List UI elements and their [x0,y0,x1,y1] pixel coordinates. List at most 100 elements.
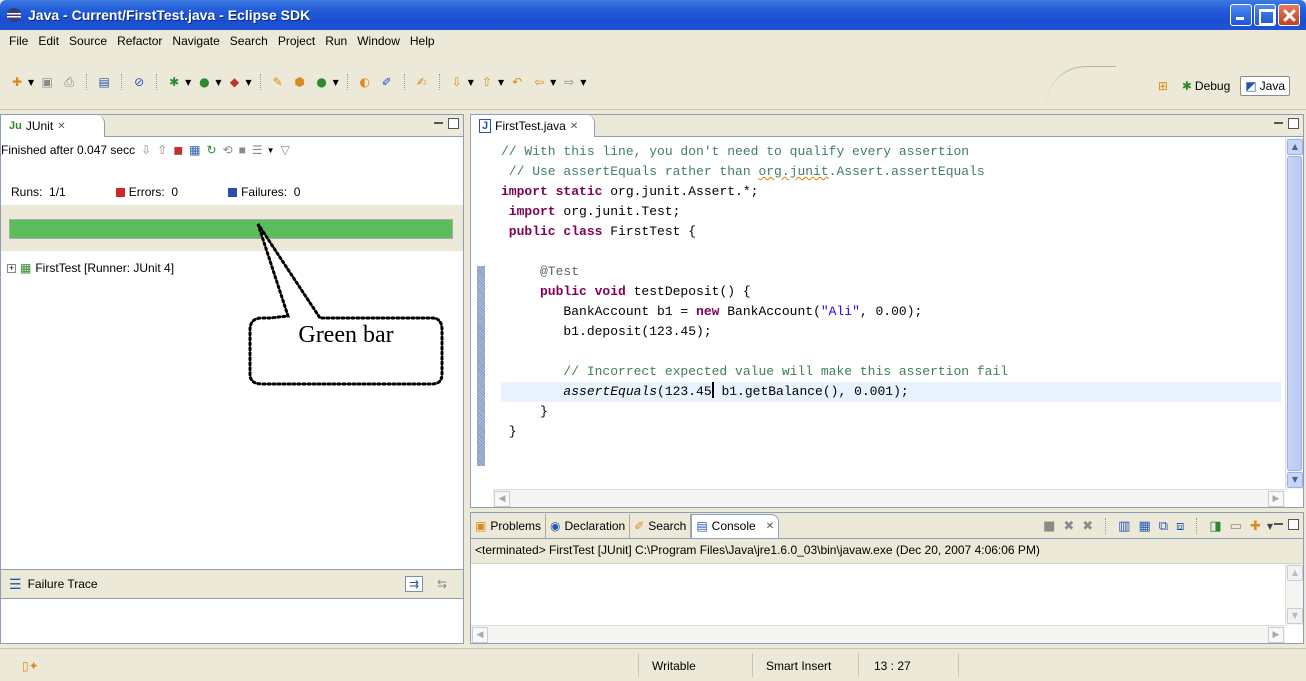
maximize-editor-icon[interactable] [1288,118,1299,129]
last-edit-icon[interactable]: ↶ [508,74,526,90]
new-package-icon[interactable]: ⬢ [291,74,309,90]
minimize-editor-icon[interactable] [1273,118,1284,129]
open-perspective-icon[interactable]: ⊞ [1154,78,1172,94]
show-failures-only-icon[interactable]: ◼ [173,143,183,157]
test-tree-item[interactable]: + ▦ FirstTest [Runner: JUnit 4] [7,261,174,275]
menu-file[interactable]: File [4,34,33,48]
menu-edit[interactable]: Edit [33,34,64,48]
code-line[interactable]: // Use assertEquals rather than org.juni… [501,162,1281,182]
code-line[interactable]: import org.junit.Test; [501,202,1281,222]
scroll-thumb[interactable] [1287,156,1302,471]
console-dropdown-icon[interactable]: ▭ [1230,519,1242,534]
tab-junit[interactable]: Ju JUnit ✕ [1,115,105,137]
console-horizontal-scrollbar[interactable]: ◀ ▶ [471,625,1285,643]
new-console-icon[interactable]: ✚ [1250,519,1261,534]
menu-window[interactable]: Window [352,34,405,48]
code-line[interactable]: import static org.junit.Assert.*; [501,182,1281,202]
prev-annotation-icon[interactable]: ⇧ [478,74,496,90]
code-line[interactable]: assertEquals(123.45 b1.getBalance(), 0.0… [501,382,1281,402]
minimize-console-icon[interactable] [1273,519,1284,530]
tab-firsttest-java[interactable]: J FirstTest.java ✕ [471,115,595,137]
scroll-left-button[interactable]: ◀ [494,491,510,507]
console-scroll-down[interactable]: ▼ [1287,608,1303,624]
remove-launch-icon[interactable]: ✖ [1063,519,1074,534]
prev-failure-icon[interactable]: ⇧ [157,143,167,157]
scroll-lock-icon[interactable]: ▦ [189,143,200,157]
editor-horizontal-scrollbar[interactable]: ◀ ▶ [493,489,1285,507]
code-line[interactable]: public void testDeposit() { [501,282,1281,302]
code-line[interactable]: @Test [501,262,1281,282]
print-icon[interactable]: ⎙ [60,74,78,90]
open-type-icon[interactable]: ◐ [356,74,374,90]
minimize-view-icon[interactable] [433,118,444,129]
menu-project[interactable]: Project [273,34,320,48]
skip-breakpoints-icon[interactable]: ⊘ [130,74,148,90]
maximize-view-icon[interactable] [448,118,459,129]
menu-navigate[interactable]: Navigate [167,34,224,48]
code-line[interactable]: BankAccount b1 = new BankAccount("Ali", … [501,302,1281,322]
code-line[interactable]: // Incorrect expected value will make th… [501,362,1281,382]
scroll-lock-console-icon[interactable]: ▦ [1138,519,1150,534]
save-icon[interactable]: ▣ [38,74,56,90]
debug-perspective-button[interactable]: ✱ Debug [1178,77,1234,95]
minimize-button[interactable] [1230,4,1252,26]
run-icon[interactable]: ● [195,74,213,90]
next-failure-icon[interactable]: ⇩ [141,143,151,157]
compare-icon[interactable]: ⇆ [437,577,447,591]
console-scroll-left[interactable]: ◀ [472,627,488,643]
back-icon[interactable]: ⇦ [530,74,548,90]
code-line[interactable]: } [501,422,1281,442]
menu-search[interactable]: Search [225,34,273,48]
menu-refactor[interactable]: Refactor [112,34,167,48]
new-icon[interactable]: ✚ [8,74,26,90]
fast-view-icon[interactable]: ▯✦ [22,657,39,675]
scroll-down-button[interactable]: ▼ [1287,472,1303,488]
clear-console-icon[interactable]: ▥ [1118,519,1130,534]
filter-stack-icon[interactable]: ⇉ [404,576,423,592]
code-line[interactable] [501,242,1281,262]
new-java-project-icon[interactable]: ✎ [269,74,287,90]
close-console-tab-icon[interactable]: ✕ [766,521,774,532]
tab-search[interactable]: ✐ Search [630,513,692,538]
menu-run[interactable]: Run [320,34,352,48]
tab-declaration[interactable]: ◉ Declaration [546,513,631,538]
java-perspective-button[interactable]: ◩ Java [1240,76,1290,96]
menu-help[interactable]: Help [405,34,440,48]
open-console-icon[interactable]: ◨ [1209,519,1221,534]
pin-console-icon[interactable]: ⧉ [1159,519,1168,534]
scroll-right-button[interactable]: ▶ [1268,491,1284,507]
code-editor[interactable]: // With this line, you don't need to qua… [471,138,1303,507]
rerun-icon[interactable]: ↻ [207,143,217,157]
build-icon[interactable]: ▤ [95,74,113,90]
close-tab-icon[interactable]: ✕ [57,121,65,132]
code-line[interactable]: b1.deposit(123.45); [501,322,1281,342]
code-area[interactable]: // With this line, you don't need to qua… [501,142,1281,442]
stop-icon[interactable]: ■ [239,143,246,157]
history-icon[interactable]: ☰ [252,143,263,157]
close-editor-tab-icon[interactable]: ✕ [570,121,578,132]
external-tools-icon[interactable]: ◆ [225,74,243,90]
view-menu-icon[interactable]: ▽ [281,143,290,157]
code-line[interactable] [501,342,1281,362]
console-scroll-up[interactable]: ▲ [1287,565,1303,581]
scroll-up-button[interactable]: ▲ [1287,139,1303,155]
tab-console[interactable]: ▤ Console ✕ [691,513,780,538]
console-output[interactable]: ▲ ▼ ◀ ▶ [471,563,1303,643]
new-class-icon[interactable]: ● [313,74,331,90]
console-scroll-right[interactable]: ▶ [1268,627,1284,643]
mark-occurrences-icon[interactable]: ✍ [413,74,431,90]
code-line[interactable]: public class FirstTest { [501,222,1281,242]
debug-icon[interactable]: ✱ [165,74,183,90]
tab-problems[interactable]: ▣ Problems [471,513,547,538]
menu-source[interactable]: Source [64,34,112,48]
next-annotation-icon[interactable]: ⇩ [448,74,466,90]
close-button[interactable] [1278,4,1300,26]
rerun-failures-icon[interactable]: ⟲ [223,143,233,157]
expand-icon[interactable]: + [7,263,16,273]
search-icon[interactable]: ✐ [378,74,396,90]
code-line[interactable]: } [501,402,1281,422]
maximize-console-icon[interactable] [1288,519,1299,530]
remove-all-icon[interactable]: ✖ [1082,519,1093,534]
console-vertical-scrollbar[interactable]: ▲ ▼ [1285,564,1303,625]
code-line[interactable]: // With this line, you don't need to qua… [501,142,1281,162]
